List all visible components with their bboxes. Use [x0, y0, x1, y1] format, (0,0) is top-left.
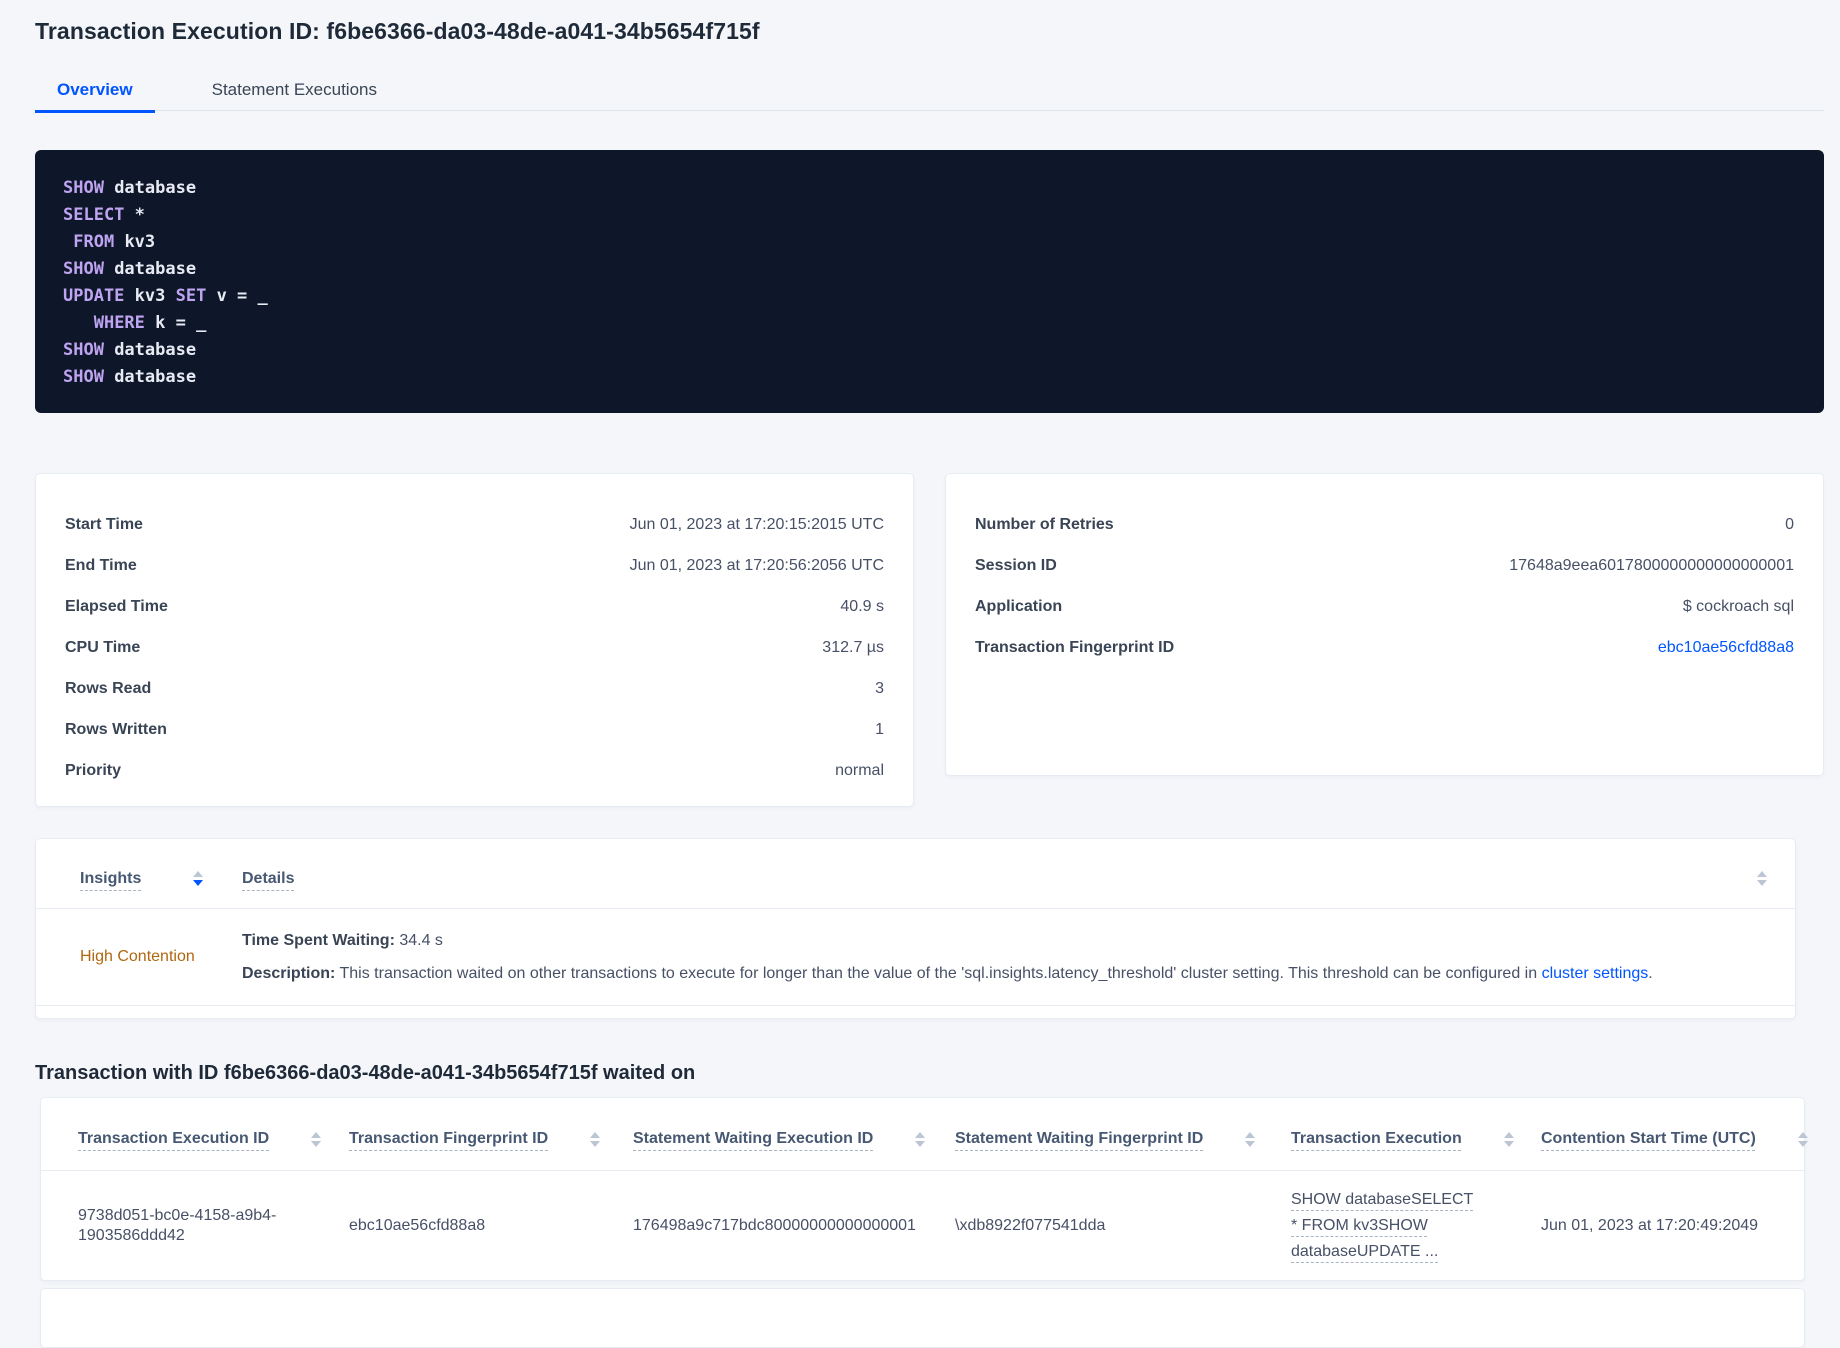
sql-line: SHOW database: [63, 367, 197, 387]
tab-statement-executions[interactable]: Statement Executions: [190, 70, 399, 113]
sort-icon[interactable]: [1797, 1131, 1808, 1147]
cluster-settings-link[interactable]: cluster settings: [1542, 965, 1649, 982]
sql-line: SHOW database: [63, 259, 197, 279]
summary-row: Elapsed Time 40.9 s: [65, 586, 884, 627]
summary-label: Rows Written: [65, 720, 167, 738]
application-value: $ cockroach sql: [1682, 597, 1794, 615]
tab-bar: Overview Statement Executions: [35, 70, 1824, 113]
sort-icon[interactable]: [1757, 871, 1767, 886]
insights-table-header: Insights Details: [36, 839, 1795, 909]
sql-line: SELECT *: [63, 205, 145, 225]
cell-transaction-execution: SHOW databaseSELECT * FROM kv3SHOW datab…: [1291, 1187, 1541, 1265]
table-row: 9738d051-bc0e-4158-a9b4-1903586ddd42 ebc…: [41, 1171, 1804, 1281]
tab-overview[interactable]: Overview: [35, 70, 155, 113]
pagination-bar: [40, 1288, 1805, 1348]
insights-column-header[interactable]: Insights: [80, 870, 141, 888]
summary-row: Application $ cockroach sql: [975, 586, 1794, 627]
details-column-header[interactable]: Details: [242, 870, 294, 888]
summary-label: Application: [975, 597, 1063, 615]
sql-line: SHOW database: [63, 340, 197, 360]
summary-row: Transaction Fingerprint ID ebc10ae56cfd8…: [975, 627, 1794, 668]
insight-description: Description: This transaction waited on …: [242, 964, 1653, 982]
summary-row: Rows Written 1: [65, 709, 884, 750]
summary-row: Priority normal: [65, 750, 884, 791]
cell-transaction-execution-id: 9738d051-bc0e-4158-a9b4-1903586ddd42: [78, 1206, 277, 1244]
summary-value: normal: [835, 761, 884, 779]
summary-label: Transaction Fingerprint ID: [975, 638, 1175, 656]
sql-line: UPDATE kv3 SET v = _: [63, 286, 268, 306]
cell-transaction-fingerprint-id: ebc10ae56cfd88a8: [349, 1216, 486, 1234]
transaction-execution-link[interactable]: SHOW databaseSELECT * FROM kv3SHOW datab…: [1291, 1187, 1481, 1265]
session-id-value: 17648a9eea6017800000000000000001: [1509, 556, 1794, 574]
summary-row: Number of Retries 0: [975, 504, 1794, 545]
summary-value: Jun 01, 2023 at 17:20:15:2015 UTC: [629, 515, 884, 533]
summary-label: End Time: [65, 556, 137, 574]
waited-table-header: Transaction Execution ID Transaction Fin…: [41, 1098, 1808, 1171]
summary-row: Start Time Jun 01, 2023 at 17:20:15:2015…: [65, 504, 884, 545]
summary-value: Jun 01, 2023 at 17:20:56:2056 UTC: [629, 556, 884, 574]
sql-line: SHOW database: [63, 178, 197, 198]
summary-label: Start Time: [65, 515, 143, 533]
column-header-transaction-fingerprint-id: Transaction Fingerprint ID: [349, 1130, 633, 1148]
sort-icon[interactable]: [590, 1131, 601, 1147]
summary-label: Number of Retries: [975, 515, 1114, 533]
summary-row: Rows Read 3: [65, 668, 884, 709]
summary-label: Priority: [65, 761, 122, 779]
summary-value: 312.7 µs: [822, 638, 884, 656]
column-header-transaction-execution-id: Transaction Execution ID: [78, 1130, 349, 1148]
summary-row: Session ID 17648a9eea6017800000000000000…: [975, 545, 1794, 586]
waited-on-title: Transaction with ID f6be6366-da03-48de-a…: [35, 1062, 696, 1084]
cell-contention-start-time: Jun 01, 2023 at 17:20:49:2049: [1541, 1216, 1759, 1234]
sql-statements-box: SHOW database SELECT * FROM kv3 SHOW datab…: [35, 150, 1824, 413]
summary-row: End Time Jun 01, 2023 at 17:20:56:2056 U…: [65, 545, 884, 586]
sort-icon[interactable]: [1503, 1131, 1514, 1147]
summary-card-right: Number of Retries 0 Session ID 17648a9ee…: [945, 473, 1824, 776]
insight-type-label: High Contention: [80, 948, 195, 965]
insight-row: High Contention Time Spent Waiting: 34.4…: [36, 909, 1795, 1006]
sort-icon[interactable]: [1245, 1131, 1256, 1147]
time-spent-waiting: Time Spent Waiting: 34.4 s: [242, 931, 443, 949]
summary-label: CPU Time: [65, 638, 141, 656]
sort-icon[interactable]: [311, 1131, 322, 1147]
summary-row: CPU Time 312.7 µs: [65, 627, 884, 668]
summary-label: Elapsed Time: [65, 597, 168, 615]
column-header-statement-waiting-execution-id: Statement Waiting Execution ID: [633, 1130, 955, 1148]
summary-label: Session ID: [975, 556, 1057, 574]
page-title: Transaction Execution ID: f6be6366-da03-…: [35, 18, 760, 44]
waited-on-table-card: Transaction Execution ID Transaction Fin…: [40, 1097, 1808, 1281]
summary-value: 3: [875, 679, 884, 697]
cell-statement-waiting-fingerprint-id: \xdb8922f077541dda: [955, 1216, 1106, 1234]
summary-value: 40.9 s: [840, 597, 884, 615]
sql-line: WHERE k = _: [93, 313, 207, 333]
summary-label: Rows Read: [65, 679, 152, 697]
sql-line: FROM kv3: [73, 232, 156, 252]
column-header-contention-start-time: Contention Start Time (UTC): [1541, 1130, 1808, 1148]
sort-icon[interactable]: [193, 871, 204, 886]
column-header-statement-waiting-fingerprint-id: Statement Waiting Fingerprint ID: [955, 1130, 1291, 1148]
sort-icon[interactable]: [915, 1131, 926, 1147]
summary-value: 1: [875, 720, 884, 738]
transaction-fingerprint-link[interactable]: ebc10ae56cfd88a8: [1658, 639, 1794, 657]
column-header-transaction-execution: Transaction Execution: [1291, 1130, 1541, 1148]
summary-value: 0: [1785, 515, 1794, 533]
sql-statements: SHOW database SELECT * FROM kv3 SHOW datab…: [63, 175, 1796, 391]
cell-statement-waiting-execution-id: 176498a9c717bdc80000000000000001: [633, 1216, 916, 1234]
insights-card: Insights Details High Contention Time Sp…: [35, 838, 1796, 1019]
summary-card-left: Start Time Jun 01, 2023 at 17:20:15:2015…: [35, 473, 914, 807]
